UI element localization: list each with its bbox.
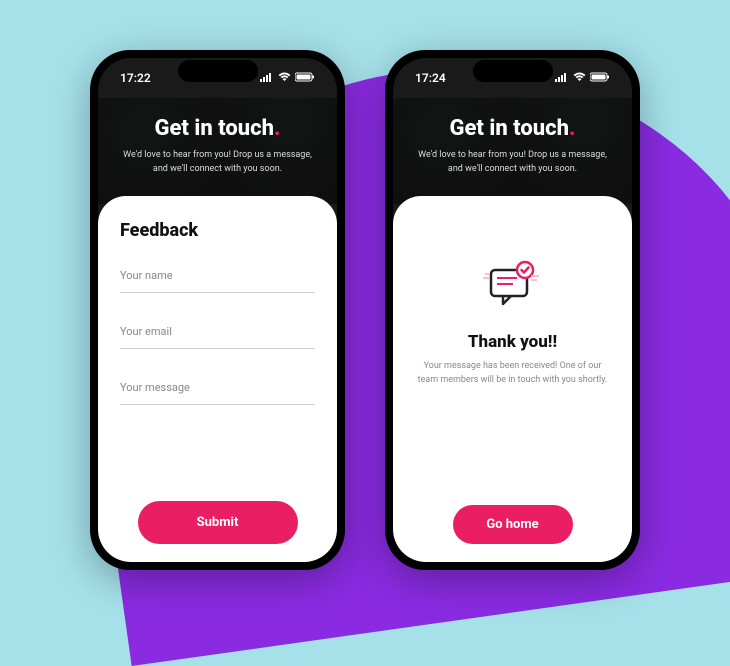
status-time: 17:22 <box>120 71 151 85</box>
battery-icon <box>590 71 610 85</box>
signal-icon <box>260 71 274 85</box>
wifi-icon <box>573 71 586 85</box>
page-title: Get in touch. <box>413 116 612 141</box>
hero-section: Get in touch. We'd love to hear from you… <box>393 98 632 204</box>
confirm-sheet: Thank you!! Your message has been receiv… <box>393 196 632 562</box>
form-heading: Feedback <box>120 220 315 241</box>
message-field[interactable] <box>120 371 315 405</box>
name-field[interactable] <box>120 259 315 293</box>
phone-frame-thankyou: 17:24 Get in touch. We'd love to hear fr… <box>385 50 640 570</box>
chat-done-icon <box>483 260 543 314</box>
page-subtitle: We'd love to hear from you! Drop us a me… <box>118 149 317 176</box>
dynamic-island <box>473 60 553 82</box>
go-home-button[interactable]: Go home <box>453 505 573 544</box>
feedback-sheet: Feedback Submit <box>98 196 337 562</box>
phone-frame-feedback: 17:22 Get in touch. We'd love to hear fr… <box>90 50 345 570</box>
page-title: Get in touch. <box>118 116 317 141</box>
dynamic-island <box>178 60 258 82</box>
page-subtitle: We'd love to hear from you! Drop us a me… <box>413 149 612 176</box>
battery-icon <box>295 71 315 85</box>
confirm-heading: Thank you!! <box>468 332 557 352</box>
submit-button[interactable]: Submit <box>138 501 298 544</box>
confirm-body: Your message has been received! One of o… <box>415 360 610 387</box>
email-field[interactable] <box>120 315 315 349</box>
signal-icon <box>555 71 569 85</box>
wifi-icon <box>278 71 291 85</box>
status-time: 17:24 <box>415 71 446 85</box>
hero-section: Get in touch. We'd love to hear from you… <box>98 98 337 204</box>
